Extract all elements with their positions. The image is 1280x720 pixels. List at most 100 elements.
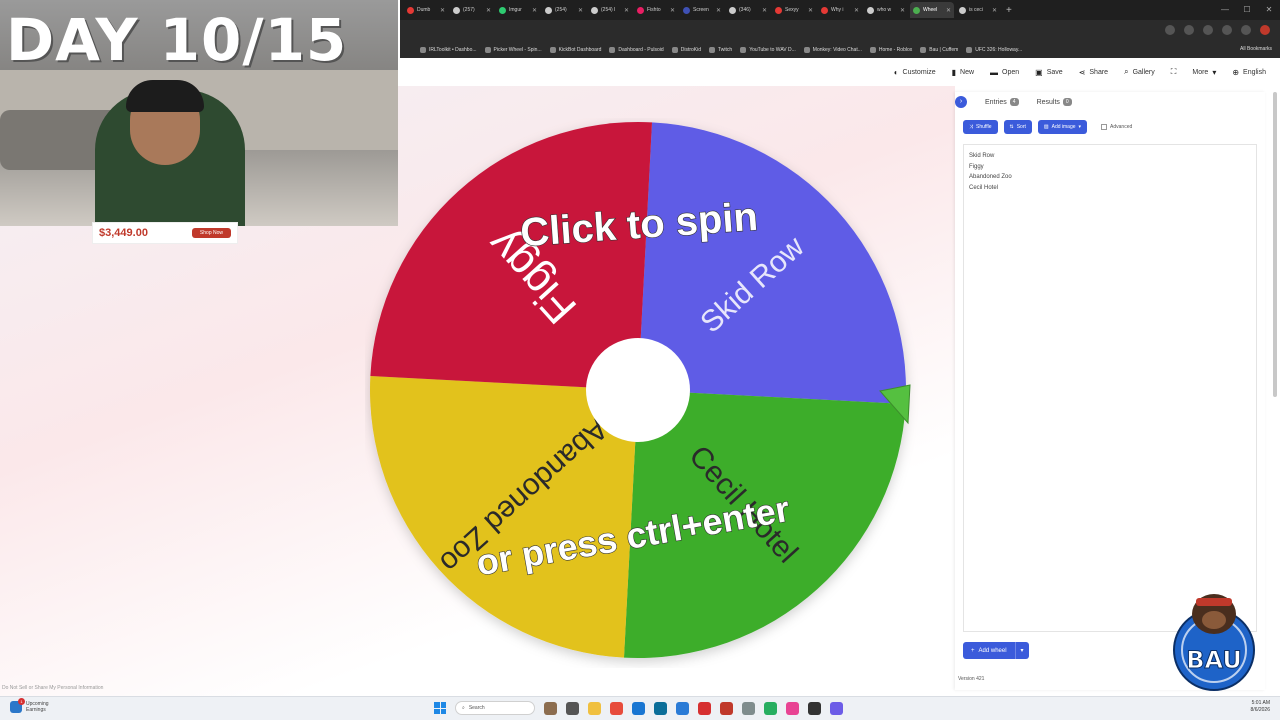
browser-tab[interactable]: Why i ✕ — [818, 2, 862, 18]
bookmark-item[interactable]: Bau | Cuffem — [920, 47, 958, 53]
extension-icon[interactable] — [1203, 25, 1213, 35]
close-tab-icon[interactable]: ✕ — [670, 7, 675, 14]
tab-results[interactable]: Results 0 — [1037, 98, 1072, 106]
bookmark-item[interactable]: Dashboard - Pulsoid — [609, 47, 664, 53]
browser-tab[interactable]: Screen ✕ — [680, 2, 724, 18]
app-icon[interactable] — [676, 701, 689, 715]
browser-tab[interactable]: Sexyy ✕ — [772, 2, 816, 18]
close-tab-icon[interactable]: ✕ — [762, 7, 767, 14]
spin-wheel[interactable]: Skid RowCecil HotelAbandoned ZooFiggy Cl… — [365, 118, 925, 668]
browser-tab[interactable]: (254) ✕ — [542, 2, 586, 18]
browser-tab[interactable]: is ceci ✕ — [956, 2, 1000, 18]
app-icon[interactable] — [764, 701, 777, 715]
close-tab-icon[interactable]: ✕ — [854, 7, 859, 14]
close-tab-icon[interactable]: ✕ — [716, 7, 721, 14]
share-button[interactable]: ⋖ Share — [1079, 68, 1108, 77]
new-tab-icon[interactable]: + — [1006, 5, 1012, 16]
collapse-panel-icon[interactable]: › — [955, 96, 967, 108]
shuffle-button[interactable]: ⤨ Shuffle — [963, 120, 998, 134]
tab-entries[interactable]: Entries 4 — [985, 98, 1019, 106]
chrome-icon[interactable] — [720, 701, 733, 715]
windows-start-icon[interactable] — [434, 702, 446, 714]
maximize-icon[interactable]: ☐ — [1236, 0, 1258, 20]
weather-widget[interactable]: 1 Upcoming Earnings — [10, 698, 49, 713]
media-player-icon[interactable] — [808, 701, 821, 715]
all-bookmarks-button[interactable]: All Bookmarks — [1240, 46, 1272, 52]
ad-banner[interactable]: $3,449.00 Shop Now — [92, 222, 238, 244]
profile-avatar[interactable] — [1260, 25, 1270, 35]
close-tab-icon[interactable]: ✕ — [808, 7, 813, 14]
advanced-toggle[interactable]: Advanced — [1101, 124, 1132, 130]
bookmark-item[interactable]: DistroKid — [671, 47, 701, 53]
bookmark-item[interactable]: Picker Wheel - Spin... — [484, 47, 542, 53]
bookmark-item[interactable]: KickBot Dashboard — [549, 47, 601, 53]
close-tab-icon[interactable]: ✕ — [486, 7, 491, 14]
page-scrollbar[interactable] — [1273, 92, 1277, 397]
extension-icon[interactable] — [1241, 25, 1251, 35]
fullscreen-button[interactable]: ⛶ — [1171, 67, 1177, 77]
edge-icon[interactable] — [632, 701, 645, 715]
close-tab-icon[interactable]: ✕ — [992, 7, 997, 14]
add-wheel-button[interactable]: + Add wheel — [963, 642, 1015, 659]
close-tab-icon[interactable]: ✕ — [440, 7, 445, 14]
gallery-button[interactable]: ⌕ Gallery — [1124, 67, 1155, 77]
customize-button[interactable]: ◐ Customize — [894, 68, 936, 77]
clock[interactable]: 5:01 AM 8/6/2026 — [1251, 700, 1270, 714]
file-explorer-icon[interactable] — [588, 701, 601, 715]
window-controls: — ☐ ✕ — [1214, 0, 1280, 20]
address-bar[interactable] — [400, 20, 1280, 42]
more-button[interactable]: More ▾ — [1192, 68, 1216, 77]
shuffle-icon: ⤨ — [969, 124, 974, 130]
bookmark-item[interactable]: YouTube to WAV D... — [740, 47, 796, 53]
browser-tab[interactable]: (257) ✕ — [450, 2, 494, 18]
bookmark-item[interactable]: Home - Roblox — [869, 47, 912, 53]
browser-tab[interactable]: (254) I ✕ — [588, 2, 632, 18]
close-window-icon[interactable]: ✕ — [1258, 0, 1280, 20]
settings-icon[interactable] — [742, 701, 755, 715]
image-icon: ▨ — [1043, 124, 1049, 130]
star-icon[interactable] — [1165, 25, 1175, 35]
close-tab-icon[interactable]: ✕ — [624, 7, 629, 14]
bookmark-label: YouTube to WAV D... — [749, 47, 796, 53]
extension-icon[interactable] — [1184, 25, 1194, 35]
do-not-sell-link[interactable]: Do Not Sell or Share My Personal Informa… — [2, 685, 103, 691]
add-image-button[interactable]: ▨ Add image ▾ — [1037, 120, 1088, 134]
close-tab-icon[interactable]: ✕ — [532, 7, 537, 14]
save-button[interactable]: ▣ Save — [1035, 68, 1063, 77]
app-icon[interactable] — [830, 701, 843, 715]
browser-tab[interactable]: (346) ✕ — [726, 2, 770, 18]
taskbar-search[interactable]: ⌕ Search — [455, 701, 535, 715]
minimize-icon[interactable]: — — [1214, 0, 1236, 20]
close-tab-icon[interactable]: ✕ — [900, 7, 905, 14]
browser-tab[interactable]: Imgur ✕ — [496, 2, 540, 18]
bookmark-item[interactable]: IRLToolkit • Dashbo... — [420, 47, 477, 53]
close-tab-icon[interactable]: ✕ — [578, 7, 583, 14]
shop-now-button[interactable]: Shop Now — [191, 228, 231, 238]
new-label: New — [960, 68, 975, 76]
open-button[interactable]: ▬ Open — [990, 68, 1019, 77]
new-button[interactable]: ▮ New — [952, 68, 974, 77]
app-icon[interactable] — [654, 701, 667, 715]
sort-button[interactable]: ⇅ Sort — [1003, 120, 1032, 134]
browser-tab[interactable]: Fishto ✕ — [634, 2, 678, 18]
extension-icon[interactable] — [1222, 25, 1232, 35]
browser-tab[interactable]: who w ✕ — [864, 2, 908, 18]
bookmark-favicon-icon — [420, 47, 426, 53]
close-tab-icon[interactable]: ✕ — [946, 7, 951, 14]
entries-textarea[interactable]: Skid Row Figgy Abandoned Zoo Cecil Hotel — [963, 144, 1257, 632]
language-button[interactable]: ⊕ English — [1232, 68, 1266, 77]
browser-tab[interactable]: Dumb ✕ — [404, 2, 448, 18]
wheel-center-hub[interactable] — [586, 338, 690, 442]
app-icon[interactable] — [610, 701, 623, 715]
widget-icon: 1 — [10, 698, 25, 713]
bookmark-item[interactable]: Twitch — [709, 47, 732, 53]
browser-tab[interactable]: Wheel ✕ — [910, 2, 954, 18]
add-wheel-dropdown[interactable]: ▾ — [1014, 642, 1029, 659]
app-icon[interactable] — [544, 701, 557, 715]
bookmark-item[interactable]: UFC 326: Holloway... — [966, 47, 1022, 53]
chrome-icon[interactable] — [698, 701, 711, 715]
app-icon[interactable] — [786, 701, 799, 715]
task-view-icon[interactable] — [566, 701, 579, 715]
bookmark-item[interactable]: Monkey: Video Chat... — [803, 47, 862, 53]
advanced-checkbox[interactable] — [1101, 124, 1108, 130]
